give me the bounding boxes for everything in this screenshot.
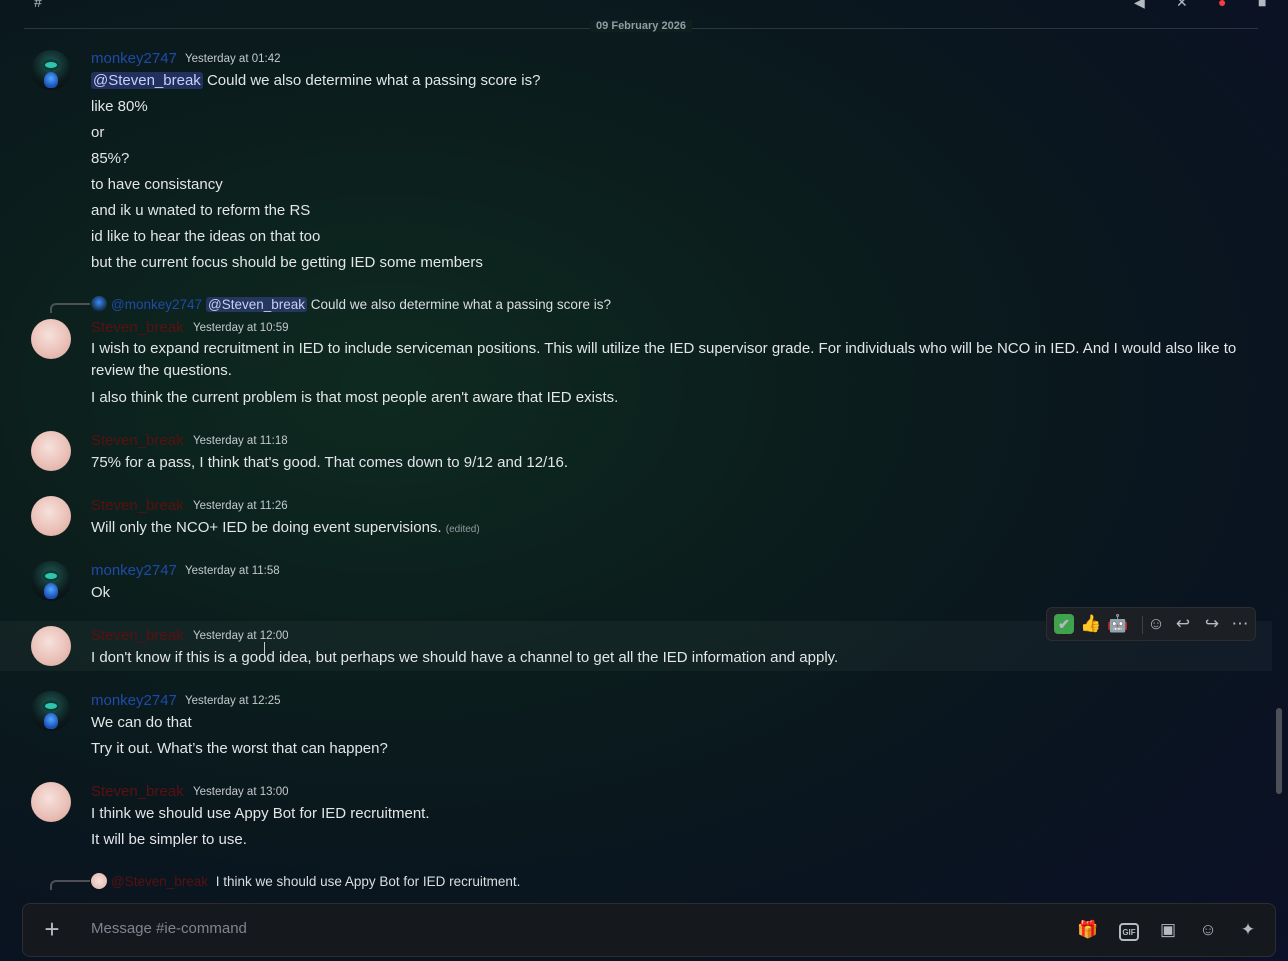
check-reaction-icon[interactable]: ✔ [1054,614,1074,634]
message-list[interactable]: 09 February 2026 monkey2747 Yesterday at… [0,0,1272,900]
reply-text: Could we also determine what a passing s… [310,297,611,312]
thumbs-up-reaction-icon[interactable]: 👍 [1079,612,1103,636]
message-line: Try it out. What’s the worst that can ha… [91,740,388,757]
more-options-icon[interactable]: ⋯ [1228,612,1252,636]
apps-icon[interactable]: ✦ [1237,919,1259,941]
message-line: I think we should use Appy Bot for IED r… [91,805,430,822]
sticker-icon[interactable]: ▣ [1157,919,1179,941]
timestamp: Yesterday at 01:42 [185,53,281,65]
message[interactable]: monkey2747 Yesterday at 01:42 @Steven_br… [0,44,1272,284]
reply-author[interactable]: @monkey2747 [111,297,202,312]
toolbar-separator [1142,616,1143,634]
avatar[interactable] [31,319,71,359]
message-composer: + 🎁 GIF ▣ ☺ ✦ [22,903,1276,957]
username[interactable]: Steven_break [91,783,184,800]
message[interactable]: @monkey2747 @Steven_break Could we also d… [0,292,1272,416]
username[interactable]: Steven_break [91,432,184,449]
reply-text: I think we should use Appy Bot for IED r… [215,874,521,889]
message-line: I don't know if this is a good idea, but… [91,649,839,666]
message-text: Could we also determine what a passing s… [206,72,541,89]
message-line: but the current focus should be getting … [91,254,483,271]
emoji-icon[interactable]: ☺ [1197,919,1219,941]
avatar[interactable] [31,626,71,666]
date-divider: 09 February 2026 [24,18,1258,38]
timestamp: Yesterday at 12:00 [193,630,289,642]
reply-avatar [91,873,107,889]
avatar[interactable] [31,561,71,601]
scrollbar-thumb[interactable] [1276,708,1282,794]
message[interactable]: monkey2747 Yesterday at 11:58 Ok [0,556,1272,612]
message[interactable]: monkey2747 Yesterday at 12:25 We can do … [0,686,1272,766]
gift-icon[interactable]: 🎁 [1077,919,1099,941]
timestamp: Yesterday at 13:00 [193,786,289,798]
message[interactable]: Steven_break Yesterday at 13:00 I think … [0,777,1272,857]
message-line: I wish to expand recruitment in IED to i… [91,340,1237,379]
forward-icon[interactable]: ↪ [1200,612,1224,636]
timestamp: Yesterday at 10:59 [193,322,289,334]
username[interactable]: Steven_break [91,627,184,644]
message-line: I also think the current problem is that… [91,389,619,406]
avatar[interactable] [31,431,71,471]
message-line: like 80% [91,98,148,115]
message-line: It will be simpler to use. [91,831,247,848]
message-line: We can do that [91,714,192,731]
message-line: Will only the NCO+ IED be doing event su… [91,519,480,536]
timestamp: Yesterday at 12:25 [185,695,281,707]
message-text: Will only the NCO+ IED be doing event su… [91,519,442,536]
message[interactable]: Steven_break Yesterday at 11:18 75% for … [0,426,1272,482]
message[interactable]: @Steven_break I think we should use Appy… [0,869,1272,900]
custom-emoji-reaction-icon[interactable]: 🤖 [1106,612,1130,636]
message-line: to have consistancy [91,176,223,193]
reply-avatar [91,296,107,312]
reply-preview[interactable]: @Steven_break I think we should use Appy… [91,873,520,889]
message-action-toolbar: ✔ 👍 🤖 ☺ ↩ ↪ ⋯ [1046,607,1256,641]
avatar[interactable] [31,496,71,536]
reply-connector [50,880,90,890]
avatar[interactable] [31,50,71,90]
reply-author[interactable]: @Steven_break [111,874,208,889]
username[interactable]: monkey2747 [91,692,177,709]
message[interactable]: Steven_break Yesterday at 11:26 Will onl… [0,491,1272,547]
add-reaction-icon[interactable]: ☺ [1144,612,1168,636]
gif-icon[interactable]: GIF [1119,923,1139,941]
reply-icon[interactable]: ↩ [1171,612,1195,636]
reply-preview[interactable]: @monkey2747 @Steven_break Could we also d… [91,296,611,312]
message-line: or [91,124,105,141]
timestamp: Yesterday at 11:58 [185,565,280,577]
message-line: and ik u wnated to reform the RS [91,202,311,219]
message-line: Ok [91,584,111,601]
date-divider-label: 09 February 2026 [590,20,692,32]
edited-label: (edited) [445,524,480,535]
user-mention[interactable]: @Steven_break [91,72,203,89]
avatar[interactable] [31,782,71,822]
username[interactable]: monkey2747 [91,50,177,67]
message-line: id like to hear the ideas on that too [91,228,321,245]
avatar[interactable] [31,691,71,731]
message-line: 85%? [91,150,130,167]
message-line: 75% for a pass, I think that's good. Tha… [91,454,569,471]
user-mention[interactable]: @Steven_break [206,297,308,312]
timestamp: Yesterday at 11:18 [193,435,288,447]
username[interactable]: Steven_break [91,319,184,336]
message-line: @Steven_break Could we also determine wh… [91,72,540,89]
text-cursor [264,642,265,658]
username[interactable]: monkey2747 [91,562,177,579]
username[interactable]: Steven_break [91,497,184,514]
timestamp: Yesterday at 11:26 [193,500,288,512]
upload-plus-icon[interactable]: + [39,916,65,942]
message-input[interactable] [91,920,991,937]
reply-connector [50,303,90,313]
